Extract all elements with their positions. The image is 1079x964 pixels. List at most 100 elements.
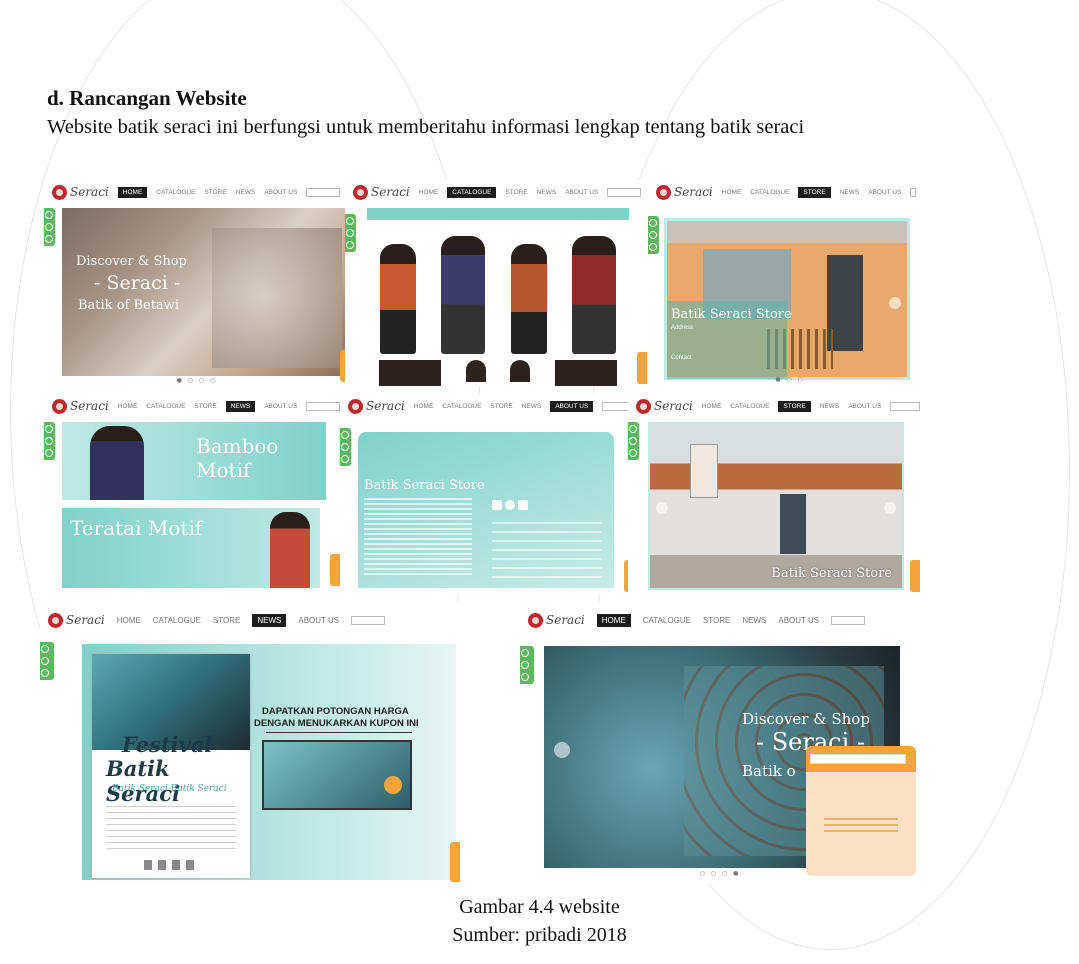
- brand-logo[interactable]: Seraci: [636, 398, 693, 414]
- download-icon[interactable]: [41, 645, 49, 653]
- product-item[interactable]: [465, 360, 486, 382]
- nav-store[interactable]: STORE: [213, 616, 240, 625]
- nav-home[interactable]: HOME: [419, 189, 439, 196]
- cart-icon[interactable]: [41, 669, 49, 677]
- nav-about-us[interactable]: ABOUT US: [298, 616, 339, 625]
- download-icon[interactable]: [45, 211, 53, 219]
- cart-icon[interactable]: [45, 235, 53, 243]
- arrow-left-icon[interactable]: [656, 502, 668, 514]
- nav-store[interactable]: STORE: [703, 616, 730, 625]
- cart-icon[interactable]: [45, 449, 53, 457]
- cart-icon[interactable]: [629, 449, 637, 457]
- nav-catalogue[interactable]: CATALOGUE: [146, 403, 185, 410]
- nav-about-us[interactable]: ABOUT US: [778, 616, 819, 625]
- carousel-dots[interactable]: ● ○ ○: [664, 376, 916, 383]
- nav-about-us[interactable]: ABOUT US: [868, 189, 901, 196]
- search-input[interactable]: [890, 401, 920, 411]
- download-icon[interactable]: [629, 425, 637, 433]
- nav-store[interactable]: STORE: [798, 186, 831, 198]
- nav-catalogue[interactable]: CATALOGUE: [153, 616, 201, 625]
- download-icon[interactable]: [521, 649, 529, 657]
- coupon-card[interactable]: [262, 740, 412, 810]
- carousel-dots[interactable]: ○ ○ ○ ●: [520, 870, 920, 877]
- nav-store[interactable]: STORE: [194, 403, 216, 410]
- nav-home[interactable]: HOME: [117, 616, 141, 625]
- download-icon[interactable]: [346, 217, 354, 225]
- chat-icon[interactable]: [45, 437, 53, 445]
- arrow-right-icon[interactable]: [884, 502, 896, 514]
- download-icon[interactable]: [341, 431, 349, 439]
- nav-about-us[interactable]: ABOUT US: [264, 189, 297, 196]
- nav-news[interactable]: NEWS: [236, 189, 256, 196]
- nav-catalogue[interactable]: CATALOGUE: [156, 189, 195, 196]
- search-input[interactable]: [607, 187, 642, 197]
- nav-home[interactable]: HOME: [722, 189, 742, 196]
- nav-news[interactable]: NEWS: [820, 403, 840, 410]
- search-input[interactable]: [306, 401, 340, 411]
- search-input[interactable]: [910, 187, 916, 197]
- teratai-banner[interactable]: Teratai Motif: [62, 508, 320, 588]
- product-item[interactable]: [510, 244, 547, 354]
- chat-tab[interactable]: [450, 842, 460, 882]
- nav-news[interactable]: NEWS: [225, 400, 256, 412]
- cart-icon[interactable]: [521, 673, 529, 681]
- nav-news[interactable]: NEWS: [522, 403, 542, 410]
- nav-store[interactable]: STORE: [505, 189, 527, 196]
- nav-catalogue[interactable]: CATALOGUE: [730, 403, 769, 410]
- chat-icon[interactable]: [41, 657, 49, 665]
- chat-icon[interactable]: [346, 229, 354, 237]
- product-item[interactable]: [379, 360, 442, 386]
- nav-home[interactable]: HOME: [117, 186, 148, 198]
- download-icon[interactable]: [649, 219, 657, 227]
- cart-icon[interactable]: [341, 455, 349, 463]
- nav-news[interactable]: NEWS: [537, 189, 557, 196]
- brand-logo[interactable]: Seraci: [52, 398, 109, 414]
- search-input[interactable]: [306, 187, 341, 197]
- product-item[interactable]: [379, 244, 416, 354]
- nav-about-us[interactable]: ABOUT US: [550, 400, 594, 412]
- chat-icon[interactable]: [45, 223, 53, 231]
- nav-news[interactable]: NEWS: [252, 613, 287, 627]
- brand-logo[interactable]: Seraci: [52, 184, 109, 200]
- nav-news[interactable]: NEWS: [742, 616, 766, 625]
- chat-tab[interactable]: [637, 352, 647, 384]
- chat-tab[interactable]: [910, 560, 920, 592]
- brand-logo[interactable]: Seraci: [528, 612, 585, 628]
- brand-logo[interactable]: Seraci: [656, 184, 713, 200]
- nav-store[interactable]: STORE: [490, 403, 512, 410]
- nav-catalogue[interactable]: CATALOGUE: [643, 616, 691, 625]
- nav-home[interactable]: HOME: [118, 403, 138, 410]
- product-item[interactable]: [554, 360, 617, 386]
- nav-home[interactable]: HOME: [414, 403, 434, 410]
- nav-catalogue[interactable]: CATALOGUE: [447, 186, 497, 198]
- brand-logo[interactable]: Seraci: [348, 398, 405, 414]
- nav-catalogue[interactable]: CATALOGUE: [750, 189, 789, 196]
- nav-catalogue[interactable]: CATALOGUE: [442, 403, 481, 410]
- cart-icon[interactable]: [346, 241, 354, 249]
- nav-about-us[interactable]: ABOUT US: [848, 403, 881, 410]
- nav-home[interactable]: HOME: [596, 613, 631, 627]
- product-item[interactable]: [510, 360, 531, 382]
- social-icons[interactable]: [492, 500, 528, 510]
- cart-icon[interactable]: [649, 243, 657, 251]
- download-icon[interactable]: [45, 425, 53, 433]
- chat-icon[interactable]: [341, 443, 349, 451]
- brand-logo[interactable]: Seraci: [48, 612, 105, 628]
- nav-about-us[interactable]: ABOUT US: [565, 189, 598, 196]
- nav-home[interactable]: HOME: [702, 403, 722, 410]
- nav-about-us[interactable]: ABOUT US: [264, 403, 297, 410]
- chat-icon[interactable]: [629, 437, 637, 445]
- bamboo-banner[interactable]: Bamboo Motif: [62, 422, 326, 500]
- carousel-dots[interactable]: ● ○ ○ ○: [44, 377, 350, 384]
- arrow-right-icon[interactable]: [889, 297, 901, 309]
- chat-icon[interactable]: [649, 231, 657, 239]
- nav-news[interactable]: NEWS: [840, 189, 860, 196]
- search-input[interactable]: [351, 615, 386, 625]
- festival-poster[interactable]: Festival Batik Seraci Batik Seraci Batik…: [92, 654, 250, 878]
- brand-logo[interactable]: Seraci: [353, 184, 410, 200]
- product-item[interactable]: [572, 236, 617, 354]
- search-input[interactable]: [831, 615, 866, 625]
- arrow-left-icon[interactable]: [554, 742, 570, 758]
- chat-input[interactable]: [810, 754, 906, 764]
- nav-store[interactable]: STORE: [204, 189, 226, 196]
